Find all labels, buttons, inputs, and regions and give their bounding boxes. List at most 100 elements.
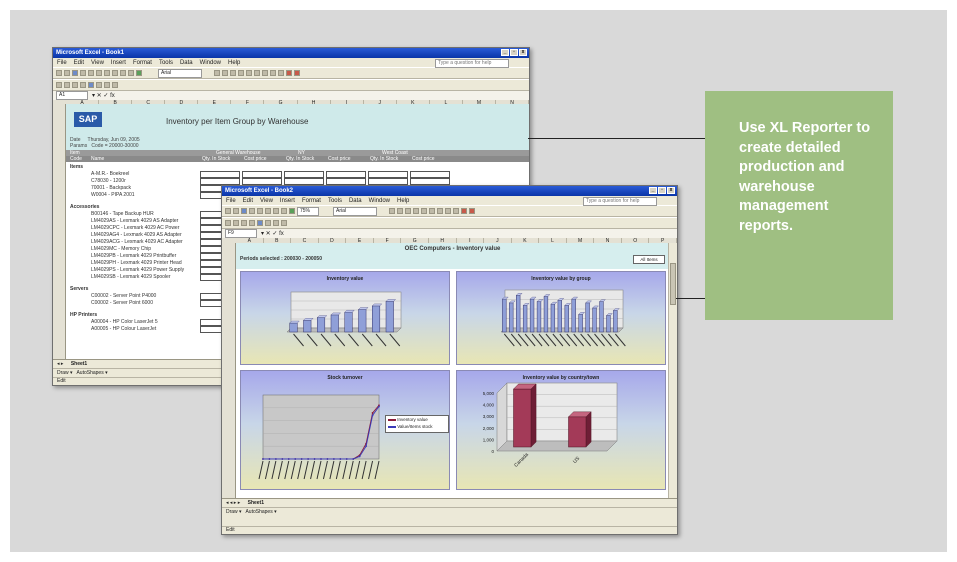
- table-row[interactable]: A-M.R.- Boekreel: [91, 171, 129, 177]
- percent-icon[interactable]: [278, 70, 284, 76]
- table-row[interactable]: LM4029AS - Lexmark 4029 AS Adapter: [91, 218, 178, 224]
- merge-icon[interactable]: [437, 208, 443, 214]
- toolbar2-icon-1[interactable]: [225, 220, 231, 226]
- toolbar2-icon-7[interactable]: [104, 82, 110, 88]
- open-icon[interactable]: [64, 70, 70, 76]
- table-row[interactable]: LM4029ACG - Lexmark 4029 AC Adapter: [91, 239, 183, 245]
- font-name-box[interactable]: Arial: [158, 68, 202, 78]
- value-cell[interactable]: [368, 178, 408, 185]
- value-cell[interactable]: [326, 171, 366, 178]
- autoshapes-menu[interactable]: AutoShapes: [76, 370, 103, 376]
- value-cell[interactable]: [410, 178, 450, 185]
- restore-icon[interactable]: ▫: [658, 187, 666, 194]
- table-row[interactable]: C78030 - 1200r: [91, 178, 126, 184]
- toolbar2-icon-5[interactable]: [88, 82, 94, 88]
- copy-icon[interactable]: [104, 70, 110, 76]
- font-color-icon[interactable]: [294, 70, 300, 76]
- menu-help[interactable]: Help: [228, 60, 240, 66]
- sum-icon[interactable]: [128, 70, 134, 76]
- value-cell[interactable]: [326, 178, 366, 185]
- chart-icon[interactable]: [136, 70, 142, 76]
- fill-color-icon[interactable]: [461, 208, 467, 214]
- menu-file[interactable]: File: [57, 60, 67, 66]
- bold-icon[interactable]: [214, 70, 220, 76]
- menu-edit[interactable]: Edit: [74, 60, 84, 66]
- close-icon[interactable]: x: [667, 187, 675, 194]
- toolbar2-icon-5[interactable]: [257, 220, 263, 226]
- toolbar2-icon-4[interactable]: [80, 82, 86, 88]
- name-box[interactable]: A1: [56, 91, 88, 100]
- draw-menu[interactable]: Draw: [226, 509, 238, 515]
- worksheet-area[interactable]: OEC Computers - Inventory value Periods …: [236, 243, 669, 498]
- new-icon[interactable]: [225, 208, 231, 214]
- restore-icon[interactable]: ▫: [510, 49, 518, 56]
- minimize-icon[interactable]: _: [501, 49, 509, 56]
- table-row[interactable]: LM4029AG4 - Lexmark 4029 AS Adapter: [91, 232, 182, 238]
- menu-edit[interactable]: Edit: [243, 198, 253, 204]
- menu-tools[interactable]: Tools: [328, 198, 342, 204]
- minimize-icon[interactable]: _: [649, 187, 657, 194]
- zoom-box[interactable]: 75%: [297, 206, 319, 216]
- font-name-box[interactable]: Arial: [333, 206, 377, 216]
- fill-color-icon[interactable]: [286, 70, 292, 76]
- toolbar2-icon-3[interactable]: [241, 220, 247, 226]
- align-left-icon[interactable]: [238, 70, 244, 76]
- toolbar2-icon-6[interactable]: [96, 82, 102, 88]
- table-row[interactable]: C00002 - Server Point P4000: [91, 293, 156, 299]
- value-cell[interactable]: [200, 171, 240, 178]
- font-color-icon[interactable]: [469, 208, 475, 214]
- draw-menu[interactable]: Draw: [57, 370, 69, 376]
- value-cell[interactable]: [200, 178, 240, 185]
- table-row[interactable]: LM4029PH - Lexmark 4029 Printer Head: [91, 260, 182, 266]
- italic-icon[interactable]: [222, 70, 228, 76]
- bold-icon[interactable]: [389, 208, 395, 214]
- menu-insert[interactable]: Insert: [280, 198, 295, 204]
- value-cell[interactable]: [410, 171, 450, 178]
- toolbar2-icon-3[interactable]: [72, 82, 78, 88]
- name-box[interactable]: F9: [225, 229, 257, 238]
- toolbar2-icon-2[interactable]: [64, 82, 70, 88]
- table-row[interactable]: B00146 - Tape Backup HUR: [91, 211, 154, 217]
- menu-tools[interactable]: Tools: [159, 60, 173, 66]
- value-cell[interactable]: [242, 171, 282, 178]
- table-row[interactable]: LM4029MC - Memory Chip: [91, 246, 151, 252]
- italic-icon[interactable]: [397, 208, 403, 214]
- sheet-nav-icon[interactable]: ◂ ◂ ▸ ▸: [226, 500, 240, 506]
- value-cell[interactable]: [284, 178, 324, 185]
- table-row[interactable]: LM4029PS - Lexmark 4029 Power Supply: [91, 267, 184, 273]
- toolbar2-icon-7[interactable]: [273, 220, 279, 226]
- toolbar2-icon-6[interactable]: [265, 220, 271, 226]
- sheet-nav-icon[interactable]: ◂ ▸: [57, 361, 63, 367]
- help-search-input[interactable]: Type a question for help: [583, 197, 657, 206]
- chart-icon[interactable]: [289, 208, 295, 214]
- sum-icon[interactable]: [273, 208, 279, 214]
- open-icon[interactable]: [233, 208, 239, 214]
- table-row[interactable]: LM4029CPC - Lexmark 4029 AC Power: [91, 225, 179, 231]
- menu-window[interactable]: Window: [200, 60, 221, 66]
- align-center-icon[interactable]: [246, 70, 252, 76]
- table-row[interactable]: W0004 - PIPA 2001: [91, 192, 135, 198]
- toolbar2-icon-4[interactable]: [249, 220, 255, 226]
- menu-file[interactable]: File: [226, 198, 236, 204]
- table-row[interactable]: C00002 - Server Point 6000: [91, 300, 153, 306]
- excel-window-book2[interactable]: Microsoft Excel - Book2 _ ▫ x File Edit Vi…: [221, 185, 678, 535]
- menu-window[interactable]: Window: [369, 198, 390, 204]
- table-row[interactable]: A00005 - HP Colour LaserJet: [91, 326, 156, 332]
- toolbar2-icon-8[interactable]: [281, 220, 287, 226]
- print-icon[interactable]: [80, 70, 86, 76]
- menu-format[interactable]: Format: [302, 198, 321, 204]
- align-right-icon[interactable]: [254, 70, 260, 76]
- window-title-bar[interactable]: Microsoft Excel - Book1 _ ▫ x: [53, 48, 529, 58]
- merge-icon[interactable]: [262, 70, 268, 76]
- menu-view[interactable]: View: [91, 60, 104, 66]
- underline-icon[interactable]: [230, 70, 236, 76]
- value-cell[interactable]: [368, 171, 408, 178]
- toolbar2-icon-2[interactable]: [233, 220, 239, 226]
- table-row[interactable]: LM4029PB - Lexmark 4029 Printbuffer: [91, 253, 176, 259]
- preview-icon[interactable]: [88, 70, 94, 76]
- paste-icon[interactable]: [112, 70, 118, 76]
- item-filter-box[interactable]: All Items: [633, 255, 665, 264]
- sheet-tab[interactable]: Sheet1: [248, 500, 264, 506]
- menu-view[interactable]: View: [260, 198, 273, 204]
- save-icon[interactable]: [241, 208, 247, 214]
